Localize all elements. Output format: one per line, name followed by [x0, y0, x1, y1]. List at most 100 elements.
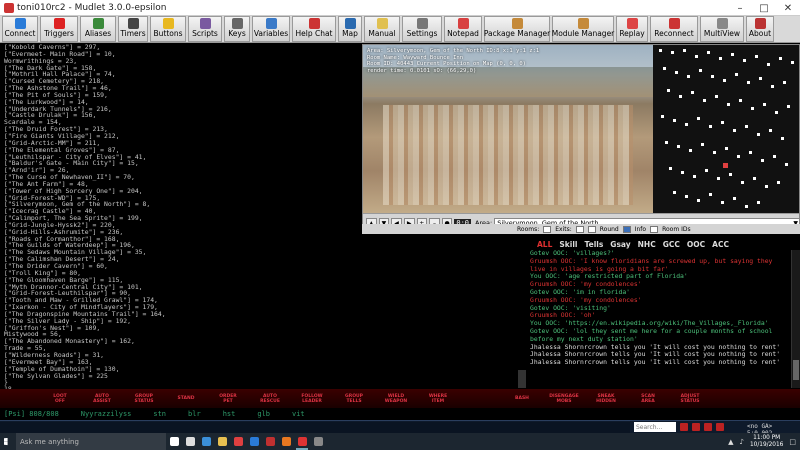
- main-scrollbar-handle[interactable]: [518, 370, 526, 388]
- map-room[interactable]: [773, 155, 776, 158]
- map-room[interactable]: [677, 145, 680, 148]
- toolbar-button-triggers[interactable]: Triggers: [40, 16, 78, 42]
- map-room[interactable]: [725, 147, 728, 150]
- map-room[interactable]: [693, 175, 696, 178]
- map-room-grid[interactable]: [653, 45, 799, 213]
- map-room[interactable]: [761, 159, 764, 162]
- action-button-4[interactable]: Order Pet: [208, 391, 248, 406]
- chat-scrollbar[interactable]: [791, 250, 800, 388]
- start-button[interactable]: [0, 433, 16, 450]
- map-room[interactable]: [757, 201, 760, 204]
- map-room[interactable]: [701, 143, 704, 146]
- minimize-button[interactable]: –: [728, 0, 752, 16]
- map-room[interactable]: [783, 81, 786, 84]
- map-room[interactable]: [765, 185, 768, 188]
- taskbar-app-4[interactable]: [230, 433, 246, 450]
- map-room[interactable]: [721, 201, 724, 204]
- map-room[interactable]: [695, 55, 698, 58]
- map-room[interactable]: [731, 53, 734, 56]
- action-button-0[interactable]: Loot Off: [40, 391, 80, 406]
- toolbar-button-buttons[interactable]: Buttons: [150, 16, 186, 42]
- map-room[interactable]: [767, 63, 770, 66]
- action-button-1[interactable]: Auto Assist: [82, 391, 122, 406]
- action-button-3[interactable]: Stand: [166, 391, 206, 406]
- map-room[interactable]: [739, 99, 742, 102]
- action-button-10[interactable]: [460, 391, 500, 406]
- map-room[interactable]: [735, 73, 738, 76]
- toolbar-button-aliases[interactable]: Aliases: [80, 16, 116, 42]
- map-room[interactable]: [685, 195, 688, 198]
- map-room[interactable]: [733, 129, 736, 132]
- map-room[interactable]: [717, 177, 720, 180]
- map-room[interactable]: [751, 107, 754, 110]
- map-room[interactable]: [679, 95, 682, 98]
- map-room[interactable]: [785, 163, 788, 166]
- toolbar-button-notepad[interactable]: Notepad: [444, 16, 482, 42]
- search-input[interactable]: Search...: [634, 422, 676, 432]
- chat-tab-tells[interactable]: Tells: [584, 240, 603, 249]
- map-room[interactable]: [771, 85, 774, 88]
- map-room[interactable]: [753, 177, 756, 180]
- info-checkbox[interactable]: [622, 225, 631, 233]
- map-room[interactable]: [681, 171, 684, 174]
- map-room[interactable]: [683, 49, 686, 52]
- map-room[interactable]: [747, 81, 750, 84]
- map-room[interactable]: [669, 167, 672, 170]
- map-room[interactable]: [759, 77, 762, 80]
- toolbar-button-settings[interactable]: Settings: [402, 16, 442, 42]
- map-room[interactable]: [737, 155, 740, 158]
- toolbar-button-timers[interactable]: Timers: [118, 16, 148, 42]
- map-room[interactable]: [733, 197, 736, 200]
- chat-tab-skill[interactable]: Skill: [559, 240, 577, 249]
- map-room[interactable]: [697, 199, 700, 202]
- taskbar-app-2[interactable]: [198, 433, 214, 450]
- toolbar-button-multiview[interactable]: MultiView: [700, 16, 744, 42]
- chat-console[interactable]: Gotev OOC: 'villages?' Gruumsh OOC: 'I kn…: [526, 250, 791, 388]
- map-room[interactable]: [715, 95, 718, 98]
- map-room[interactable]: [713, 151, 716, 154]
- map-room[interactable]: [661, 115, 664, 118]
- map-room[interactable]: [697, 117, 700, 120]
- action-button-5[interactable]: Auto Rescue: [250, 391, 290, 406]
- map-room[interactable]: [729, 173, 732, 176]
- action-button-15[interactable]: Adjust Status: [670, 391, 710, 406]
- emergency-stop-icon[interactable]: [716, 423, 724, 431]
- map-room[interactable]: [711, 75, 714, 78]
- map-room[interactable]: [709, 125, 712, 128]
- map-room[interactable]: [755, 55, 758, 58]
- action-button-7[interactable]: Group Tells: [334, 391, 374, 406]
- record-icon[interactable]: [692, 423, 700, 431]
- map-room[interactable]: [709, 193, 712, 196]
- chat-tab-ooc[interactable]: OOC: [687, 240, 705, 249]
- exits-spinbox[interactable]: [575, 225, 584, 233]
- action-button-13[interactable]: Sneak Hidden: [586, 391, 626, 406]
- map-room[interactable]: [691, 91, 694, 94]
- map-room[interactable]: [673, 191, 676, 194]
- action-button-12[interactable]: Disengage Mobs: [544, 391, 584, 406]
- map-room[interactable]: [791, 61, 794, 64]
- maximize-button[interactable]: □: [752, 0, 776, 16]
- map-room[interactable]: [777, 181, 780, 184]
- toolbar-button-about[interactable]: About: [746, 16, 774, 42]
- map-room[interactable]: [745, 205, 748, 208]
- taskbar-app-8[interactable]: [294, 433, 310, 450]
- map-room[interactable]: [775, 111, 778, 114]
- toolbar-button-map[interactable]: Map: [338, 16, 362, 42]
- toolbar-button-package-manager[interactable]: Package Manager: [484, 16, 550, 42]
- room-ids-checkbox[interactable]: [650, 225, 659, 233]
- taskbar-app-1[interactable]: [182, 433, 198, 450]
- map-room[interactable]: [665, 141, 668, 144]
- map-room[interactable]: [705, 169, 708, 172]
- notifications-icon[interactable]: □: [789, 438, 796, 446]
- chat-tab-acc[interactable]: ACC: [712, 240, 729, 249]
- taskbar-app-9[interactable]: [310, 433, 326, 450]
- map-room[interactable]: [667, 89, 670, 92]
- timestamp-icon[interactable]: [680, 423, 688, 431]
- map-room[interactable]: [721, 121, 724, 124]
- map-widget[interactable]: Area: Silverymoon, Gem of the North ID:8…: [362, 44, 800, 232]
- map-room[interactable]: [769, 129, 772, 132]
- action-button-11[interactable]: Bash: [502, 391, 542, 406]
- volume-icon[interactable]: ♪: [739, 438, 743, 446]
- map-room[interactable]: [787, 105, 790, 108]
- toolbar-button-module-manager[interactable]: Module Manager: [552, 16, 614, 42]
